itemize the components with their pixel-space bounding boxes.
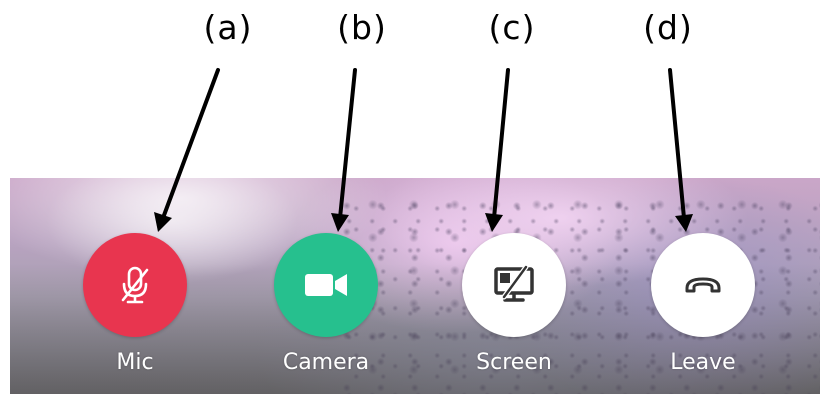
annotation-label-b: (b) (337, 8, 387, 47)
screen-label: Screen (476, 350, 552, 375)
screen-control: Screen (444, 233, 584, 375)
annotation-label-d: (d) (643, 8, 693, 47)
phone-hangup-icon (681, 273, 725, 297)
mic-control: Mic (65, 233, 205, 375)
annotation-label-c: (c) (488, 8, 536, 47)
video-camera-icon (303, 270, 349, 300)
leave-button[interactable] (651, 233, 755, 337)
mic-button[interactable] (83, 233, 187, 337)
leave-label: Leave (670, 350, 736, 375)
camera-control: Camera (256, 233, 396, 375)
mic-label: Mic (116, 350, 154, 375)
annotation-label-a: (a) (203, 8, 253, 47)
leave-control: Leave (633, 233, 773, 375)
camera-button[interactable] (274, 233, 378, 337)
screen-button[interactable] (462, 233, 566, 337)
screen-share-off-icon (492, 265, 536, 305)
mic-off-icon (115, 263, 155, 307)
camera-label: Camera (282, 350, 370, 375)
